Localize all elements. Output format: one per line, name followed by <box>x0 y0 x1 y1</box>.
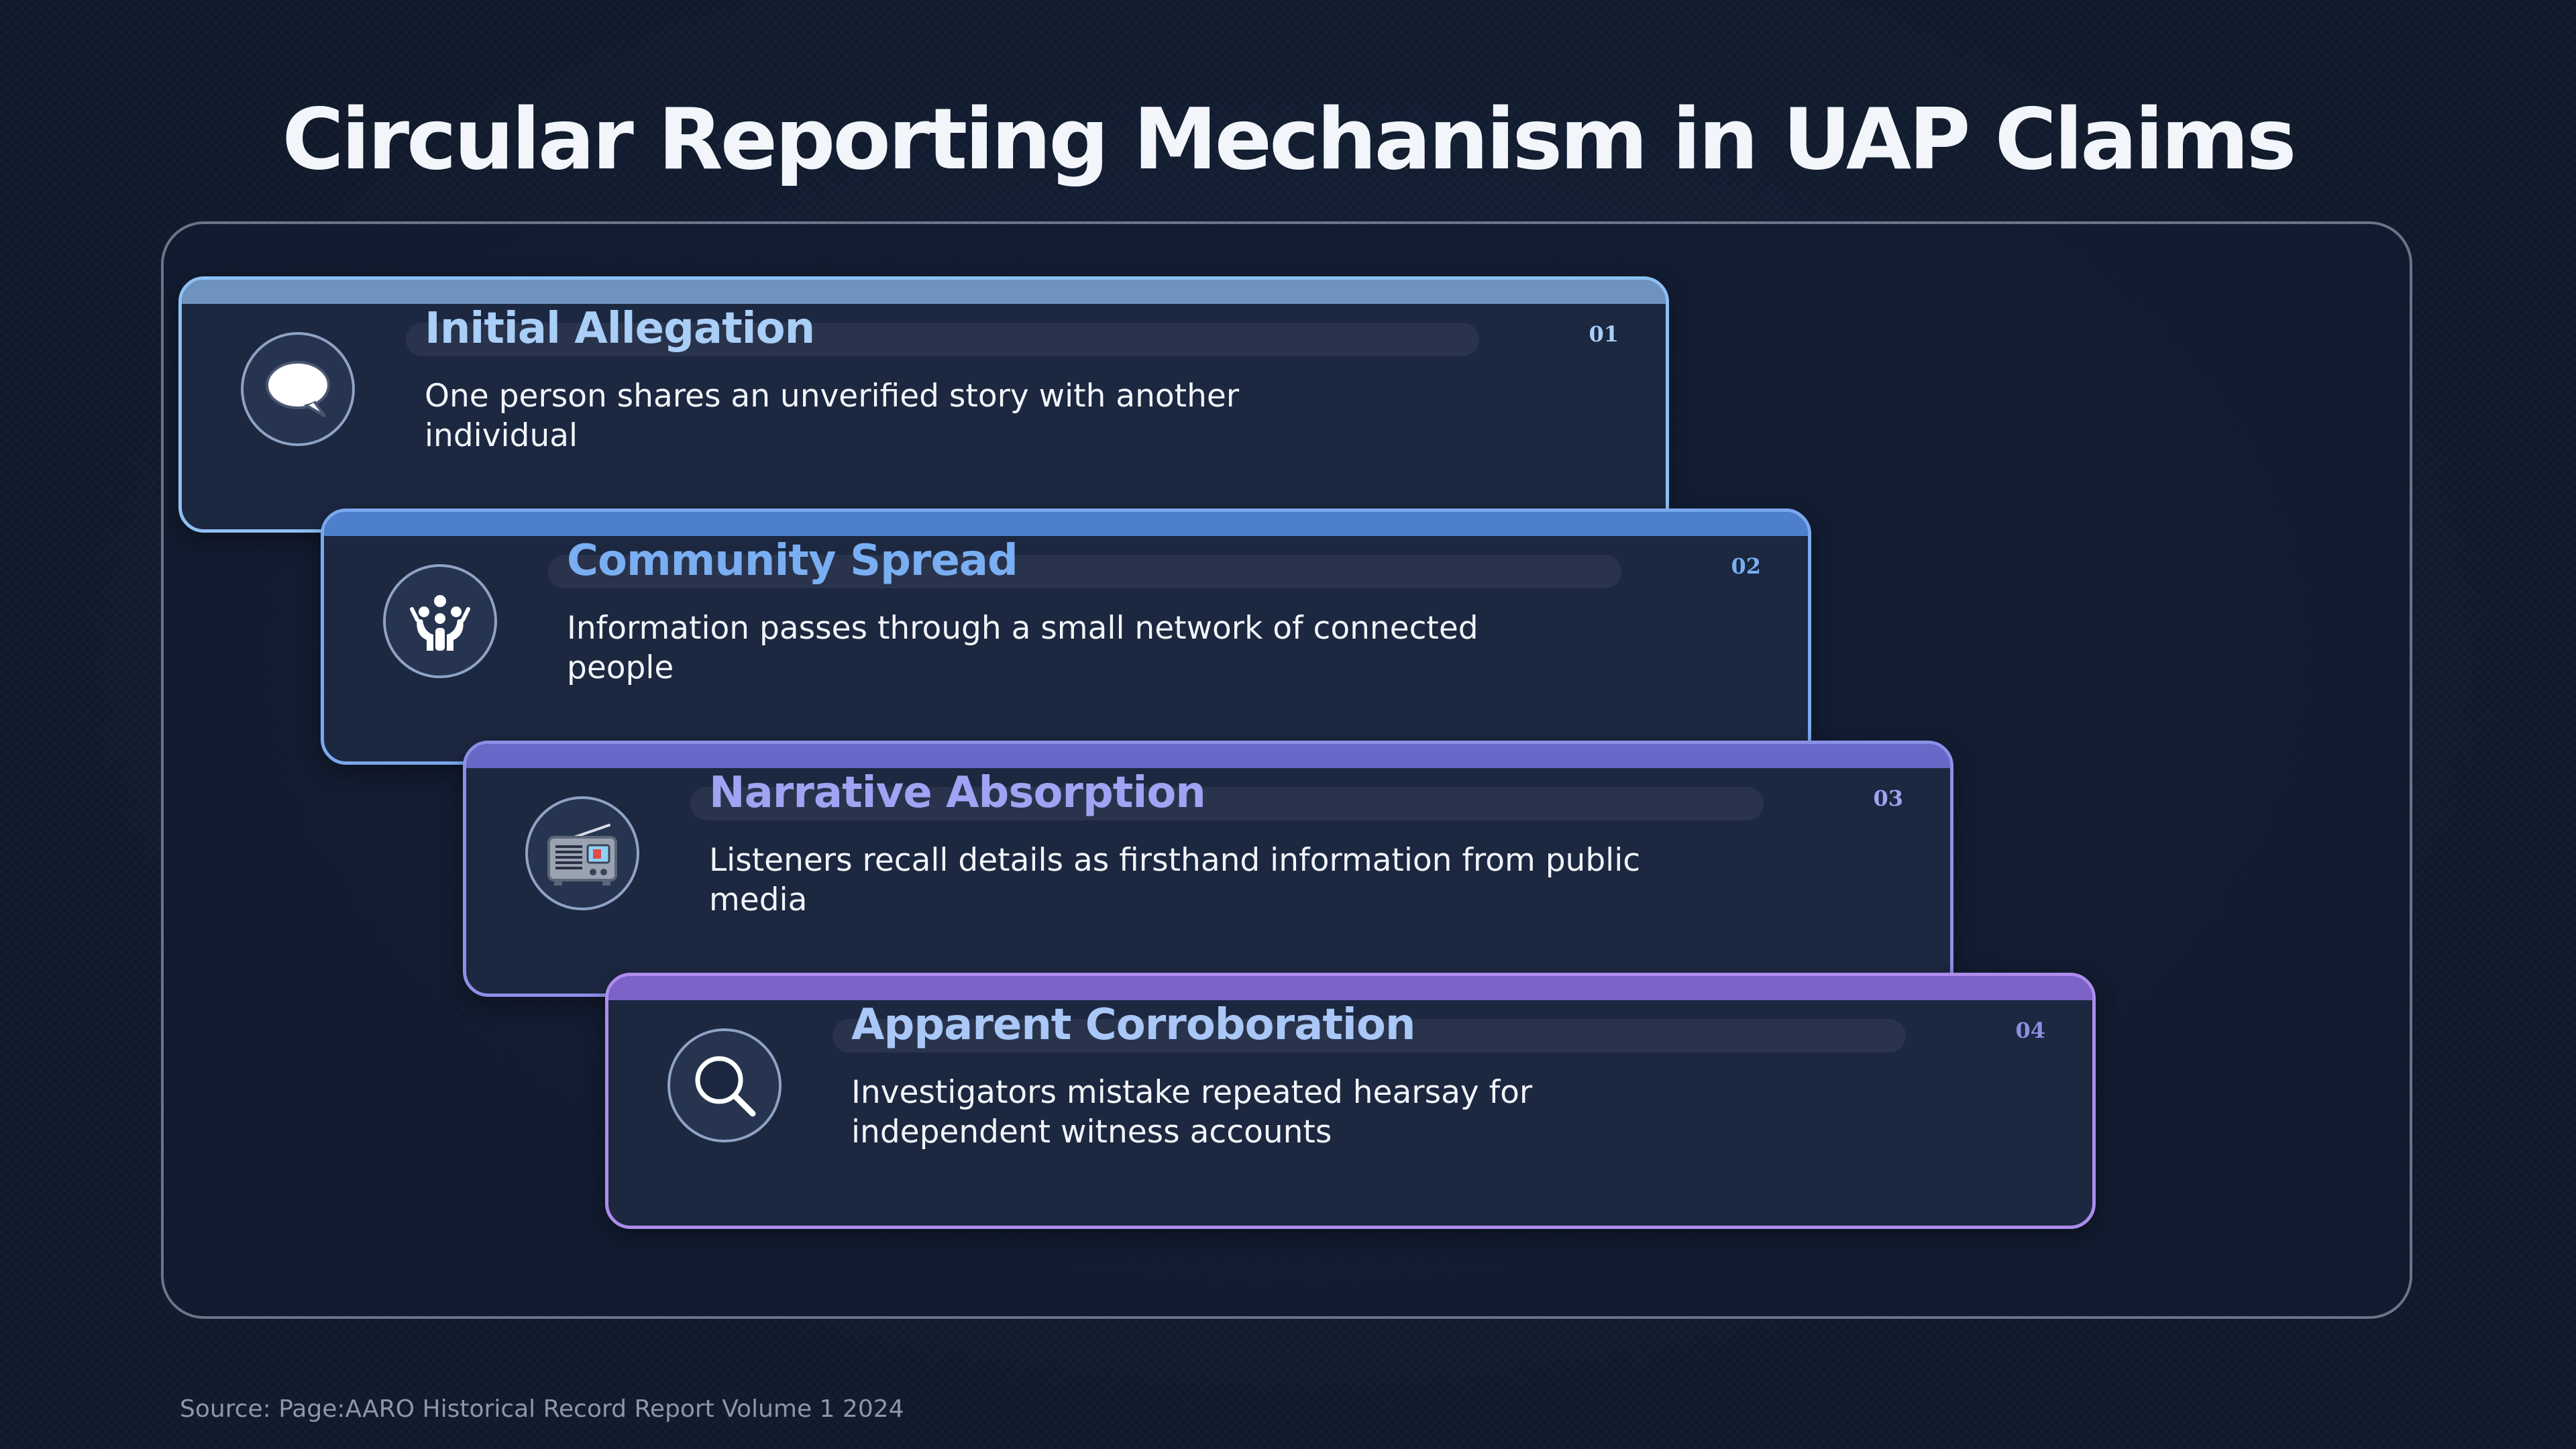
step-description: Information passes through a small netwo… <box>567 610 1479 686</box>
icon-circle <box>525 796 639 910</box>
source-caption: Source: Page:AARO Historical Record Repo… <box>180 1395 904 1423</box>
step-number: 02 <box>1731 553 1761 579</box>
people-network-icon <box>410 595 470 651</box>
speech-bubble-icon <box>266 361 330 417</box>
radio-icon <box>547 824 617 885</box>
step-card-initial-allegation: Initial Allegation 01 One person shares … <box>178 276 1669 533</box>
page-title: Circular Reporting Mechanism in UAP Clai… <box>282 90 2296 189</box>
icon-circle <box>383 564 497 678</box>
magnifying-glass-icon <box>695 1056 756 1117</box>
step-description: Investigators mistake repeated hearsay f… <box>851 1074 1533 1150</box>
step-card-narrative-absorption: Narrative Absorption 03 Listeners recall… <box>463 741 1953 997</box>
icon-circle <box>667 1028 782 1142</box>
icon-circle <box>241 332 355 446</box>
step-title: Narrative Absorption <box>709 768 1206 818</box>
card-top-accent <box>182 280 1666 304</box>
step-description: Listeners recall details as firsthand in… <box>709 842 1641 918</box>
step-description: One person shares an unverified story wi… <box>425 378 1240 454</box>
card-top-accent <box>466 744 1950 768</box>
step-title: Initial Allegation <box>425 304 815 354</box>
step-number: 03 <box>1873 786 1903 811</box>
step-title: Community Spread <box>567 536 1018 586</box>
step-card-community-spread: Community Spread 02 Information passes t… <box>321 508 1811 765</box>
card-top-accent <box>324 512 1808 536</box>
step-title: Apparent Corroboration <box>851 1000 1415 1050</box>
step-number: 01 <box>1589 321 1619 347</box>
step-number: 04 <box>2015 1018 2045 1043</box>
step-card-apparent-corroboration: Apparent Corroboration 04 Investigators … <box>605 973 2096 1229</box>
